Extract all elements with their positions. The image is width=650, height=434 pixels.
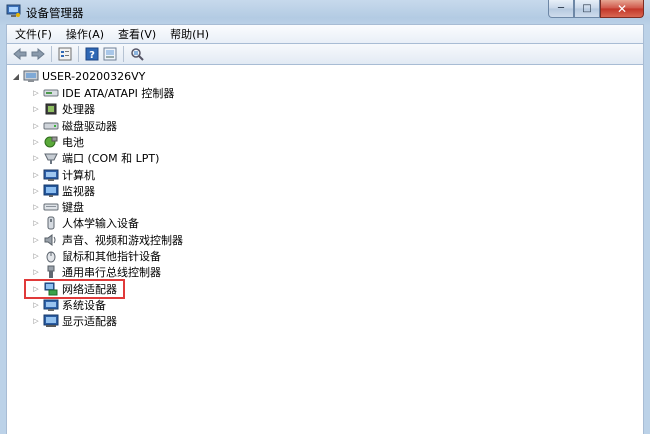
close-button[interactable]: ✕ bbox=[600, 0, 644, 18]
expand-arrow-icon[interactable]: ▷ bbox=[31, 235, 41, 245]
toolbar-separator bbox=[51, 46, 52, 62]
tree-root[interactable]: ◢ USER-20200326VY bbox=[11, 68, 145, 84]
expand-arrow-icon[interactable]: ▷ bbox=[31, 153, 41, 163]
tree-item-label: 声音、视频和游戏控制器 bbox=[62, 233, 183, 247]
keyboard-icon bbox=[43, 200, 59, 214]
expand-arrow-icon[interactable]: ▷ bbox=[31, 300, 41, 310]
network-adapter-highlight-box bbox=[24, 279, 125, 299]
tree-item[interactable]: ▷ 处理器 bbox=[31, 101, 95, 117]
toolbar-separator bbox=[123, 46, 124, 62]
tree-item[interactable]: ▷ 监视器 bbox=[31, 183, 95, 199]
help-button[interactable]: ? bbox=[83, 45, 101, 63]
tree-item[interactable]: ▷ 系统设备 bbox=[31, 297, 106, 313]
tree-item[interactable]: ▷ 人体学输入设备 bbox=[31, 215, 139, 231]
tree-item-label: 磁盘驱动器 bbox=[62, 119, 117, 133]
menu-action[interactable]: 操作(A) bbox=[60, 26, 110, 43]
expand-arrow-icon[interactable]: ▷ bbox=[31, 316, 41, 326]
monitor-icon bbox=[43, 184, 59, 198]
window-title: 设备管理器 bbox=[26, 6, 84, 20]
expand-arrow-icon[interactable]: ▷ bbox=[31, 186, 41, 196]
properties-button[interactable] bbox=[56, 45, 74, 63]
minimize-button[interactable]: ─ bbox=[548, 0, 574, 18]
tree-item-label: IDE ATA/ATAPI 控制器 bbox=[62, 87, 175, 100]
help-icon: ? bbox=[85, 47, 99, 61]
tree-item-label: 端口 (COM 和 LPT) bbox=[62, 152, 160, 166]
tree-item-label: 显示适配器 bbox=[62, 315, 117, 329]
properties-icon bbox=[58, 47, 72, 61]
tree-item[interactable]: ▷ 端口 (COM 和 LPT) bbox=[31, 150, 159, 166]
hardware-change-button[interactable] bbox=[128, 45, 146, 63]
hid-icon bbox=[43, 216, 59, 230]
expand-arrow-icon[interactable]: ▷ bbox=[31, 218, 41, 228]
tree-item[interactable]: ▷ 声音、视频和游戏控制器 bbox=[31, 232, 183, 248]
back-icon bbox=[13, 48, 27, 60]
svg-text:?: ? bbox=[89, 50, 95, 61]
toolbar: ? bbox=[6, 43, 644, 65]
forward-icon bbox=[31, 48, 45, 60]
expand-arrow-icon[interactable]: ▷ bbox=[31, 267, 41, 277]
tree-item-label: 电池 bbox=[62, 135, 84, 149]
forward-button[interactable] bbox=[29, 45, 47, 63]
hardware-change-icon bbox=[131, 48, 144, 61]
tree-item[interactable]: ▷ 电池 bbox=[31, 134, 84, 150]
computer-icon bbox=[43, 168, 59, 182]
expand-arrow-icon[interactable]: ▷ bbox=[31, 137, 41, 147]
device-tree[interactable]: ◢ USER-20200326VY ▷ IDE ATA/ATAPI 控制器 ▷ 处理器… bbox=[6, 65, 644, 434]
tree-item-label: 监视器 bbox=[62, 184, 95, 198]
menu-help[interactable]: 帮助(H) bbox=[164, 26, 215, 43]
tree-item-label: 鼠标和其他指针设备 bbox=[62, 250, 161, 263]
ide-controller-icon bbox=[43, 86, 59, 100]
menu-file[interactable]: 文件(F) bbox=[9, 26, 58, 43]
expand-arrow-icon[interactable]: ▷ bbox=[31, 202, 41, 212]
menu-bar: 文件(F) 操作(A) 查看(V) 帮助(H) bbox=[6, 24, 644, 43]
maximize-button[interactable]: □ bbox=[574, 0, 600, 18]
tree-item[interactable]: ▷ 鼠标和其他指针设备 bbox=[31, 248, 161, 264]
menu-view[interactable]: 查看(V) bbox=[112, 26, 162, 43]
expand-arrow-icon[interactable]: ▷ bbox=[31, 170, 41, 180]
battery-icon bbox=[43, 135, 59, 149]
tree-item[interactable]: ▷ 键盘 bbox=[31, 199, 84, 215]
tree-root-label: USER-20200326VY bbox=[42, 69, 146, 83]
tree-item-label: 人体学输入设备 bbox=[62, 217, 139, 231]
tree-item-label: 键盘 bbox=[62, 201, 84, 215]
tree-item[interactable]: ▷ 显示适配器 bbox=[31, 313, 117, 329]
tree-item[interactable]: ▷ IDE ATA/ATAPI 控制器 bbox=[31, 85, 174, 101]
tree-item-label: 通用串行总线控制器 bbox=[62, 266, 161, 280]
title-bar[interactable]: 设备管理器 ─ □ ✕ bbox=[0, 0, 650, 24]
tree-item[interactable]: ▷ 计算机 bbox=[31, 167, 95, 183]
expand-arrow-icon[interactable]: ▷ bbox=[31, 121, 41, 131]
tree-item[interactable]: ▷ 通用串行总线控制器 bbox=[31, 264, 161, 280]
device-manager-window: 设备管理器 ─ □ ✕ 文件(F) 操作(A) 查看(V) 帮助(H) ? ◢ … bbox=[0, 0, 650, 434]
tree-item-label: 系统设备 bbox=[62, 298, 106, 312]
display-adapter-icon bbox=[43, 314, 59, 328]
usb-icon bbox=[43, 265, 59, 279]
expand-arrow-icon[interactable]: ▷ bbox=[31, 104, 41, 114]
collapse-arrow-icon[interactable]: ◢ bbox=[11, 71, 21, 81]
tree-item-label: 处理器 bbox=[62, 103, 95, 117]
tree-item[interactable]: ▷ 磁盘驱动器 bbox=[31, 118, 117, 134]
mouse-icon bbox=[43, 249, 59, 263]
computer-icon bbox=[23, 69, 39, 83]
scan-hardware-icon bbox=[103, 47, 117, 61]
sound-icon bbox=[43, 233, 59, 247]
tree-item-label: 计算机 bbox=[62, 168, 95, 182]
disk-drive-icon bbox=[43, 119, 59, 133]
back-button[interactable] bbox=[11, 45, 29, 63]
processor-icon bbox=[43, 102, 59, 116]
system-device-icon bbox=[43, 298, 59, 312]
toolbar-separator bbox=[78, 46, 79, 62]
device-manager-icon bbox=[6, 4, 21, 18]
expand-arrow-icon[interactable]: ▷ bbox=[31, 251, 41, 261]
port-icon bbox=[43, 151, 59, 165]
scan-hardware-button[interactable] bbox=[101, 45, 119, 63]
caption-buttons: ─ □ ✕ bbox=[548, 0, 644, 18]
expand-arrow-icon[interactable]: ▷ bbox=[31, 88, 41, 98]
